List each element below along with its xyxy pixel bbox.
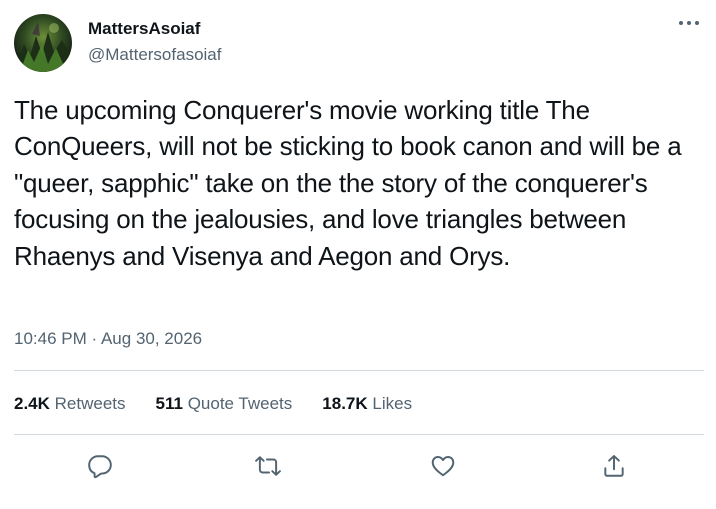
retweets-label: Retweets (54, 394, 126, 413)
tweet-actions (0, 450, 716, 482)
avatar[interactable] (14, 14, 72, 72)
heart-icon (431, 456, 455, 477)
tweet-stats: 2.4K Retweets 511 Quote Tweets 18.7K Lik… (14, 393, 412, 415)
tweet-text: The upcoming Conquerer's movie working t… (14, 95, 682, 271)
display-name[interactable]: MattersAsoiaf (88, 18, 221, 40)
like-button[interactable] (427, 450, 459, 482)
retweets-stat[interactable]: 2.4K Retweets (14, 393, 126, 415)
retweets-count: 2.4K (14, 394, 50, 413)
tweet-date[interactable]: Aug 30, 2026 (101, 329, 202, 348)
author-info: MattersAsoiaf @Mattersofasoiaf (88, 18, 221, 66)
quote-tweets-count: 511 (155, 394, 183, 413)
retweet-icon (255, 456, 281, 476)
divider-bottom (14, 434, 704, 435)
more-options-button[interactable] (676, 12, 702, 34)
avatar-image (14, 14, 72, 72)
retweet-button[interactable] (252, 450, 284, 482)
more-icon (679, 21, 699, 25)
user-handle[interactable]: @Mattersofasoiaf (88, 44, 221, 66)
tweet-timestamp[interactable]: 10:46 PM · Aug 30, 2026 (14, 328, 202, 350)
tweet-card: MattersAsoiaf @Mattersofasoiaf The upcom… (0, 0, 716, 509)
quote-tweets-label: Quote Tweets (187, 394, 293, 413)
share-button[interactable] (598, 450, 630, 482)
meta-separator: · (91, 329, 98, 348)
quote-tweets-stat[interactable]: 511 Quote Tweets (156, 393, 293, 415)
likes-label: Likes (372, 394, 413, 413)
share-icon (604, 455, 624, 477)
likes-count: 18.7K (322, 394, 368, 413)
divider-top (14, 370, 704, 371)
reply-button[interactable] (84, 450, 116, 482)
tweet-time[interactable]: 10:46 PM (14, 329, 87, 348)
reply-icon (88, 455, 112, 479)
likes-stat[interactable]: 18.7K Likes (322, 393, 412, 415)
